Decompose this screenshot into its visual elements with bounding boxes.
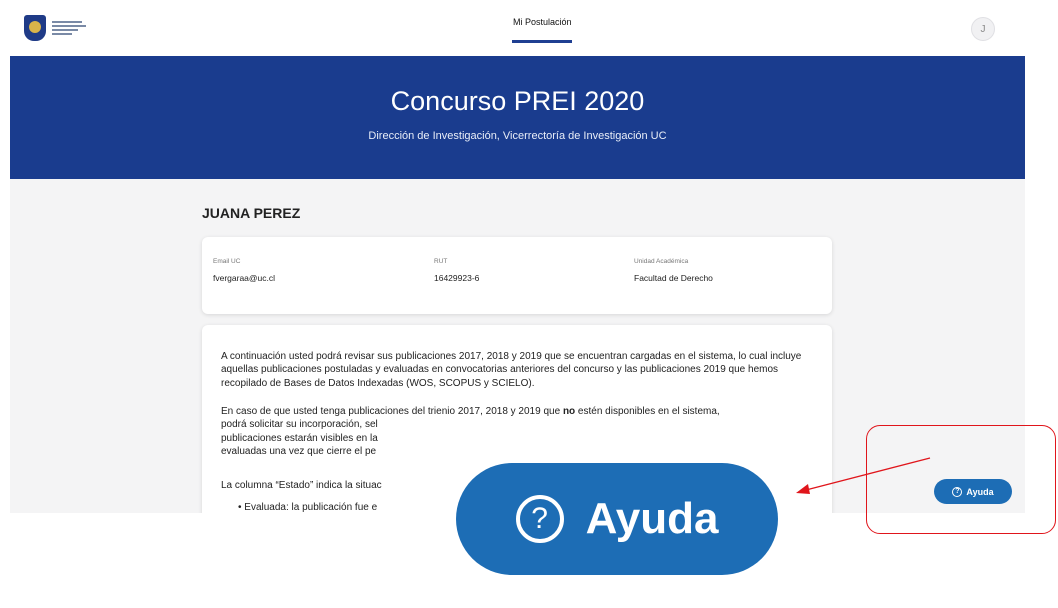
p2-text-end: estén disponibles en el sistema,: [575, 406, 720, 417]
top-nav: Mi Postulación J: [10, 0, 1025, 56]
active-tab-indicator: [512, 40, 572, 43]
zoomed-help-button: ? Ayuda: [401, 426, 782, 608]
crest-icon: [24, 15, 46, 41]
help-button-zoomed-label: Ayuda: [585, 494, 719, 543]
user-name: JUANA PEREZ: [202, 205, 301, 221]
logo-wordmark: [52, 21, 86, 35]
highlight-box: [866, 425, 1056, 534]
email-field: Email UC fvergaraa@uc.cl: [213, 258, 275, 283]
unit-value: Facultad de Derecho: [634, 273, 713, 283]
p2-text-start: En caso de que usted tenga publicaciones…: [221, 406, 563, 417]
p2-bold-no: no: [562, 406, 576, 417]
rut-label: RUT: [434, 258, 448, 265]
hero-banner: Concurso PREI 2020 Dirección de Investig…: [10, 56, 1025, 179]
p2-line-4: evaluadas una vez que cierre el pe: [221, 446, 377, 458]
unit-label: Unidad Académica: [634, 258, 689, 265]
user-info-card: Email UC fvergaraa@uc.cl RUT 16429923-6 …: [202, 237, 832, 314]
page-subtitle: Dirección de Investigación, Vicerrectorí…: [368, 130, 667, 142]
instructions-paragraph-1: A continuación usted podrá revisar sus p…: [221, 351, 802, 389]
unit-field: Unidad Académica Facultad de Derecho: [634, 258, 713, 283]
help-button-zoomed: ? Ayuda: [456, 463, 778, 575]
page-title: Concurso PREI 2020: [390, 86, 645, 116]
question-circle-icon: ?: [515, 495, 564, 543]
p2-line-2: podrá solicitar su incorporación, sel: [221, 419, 378, 431]
email-value: fvergaraa@uc.cl: [213, 273, 276, 283]
p2-line-3: publicaciones estarán visibles en la: [221, 432, 378, 444]
rut-field: RUT 16429923-6: [434, 258, 479, 283]
email-label: Email UC: [213, 258, 241, 265]
status-bullet-text: Evaluada: la publicación fue e: [244, 502, 378, 513]
tab-mi-postulacion[interactable]: Mi Postulación: [513, 17, 572, 27]
rut-value: 16429923-6: [434, 273, 480, 283]
university-logo[interactable]: [24, 12, 94, 44]
avatar[interactable]: J: [971, 17, 995, 41]
